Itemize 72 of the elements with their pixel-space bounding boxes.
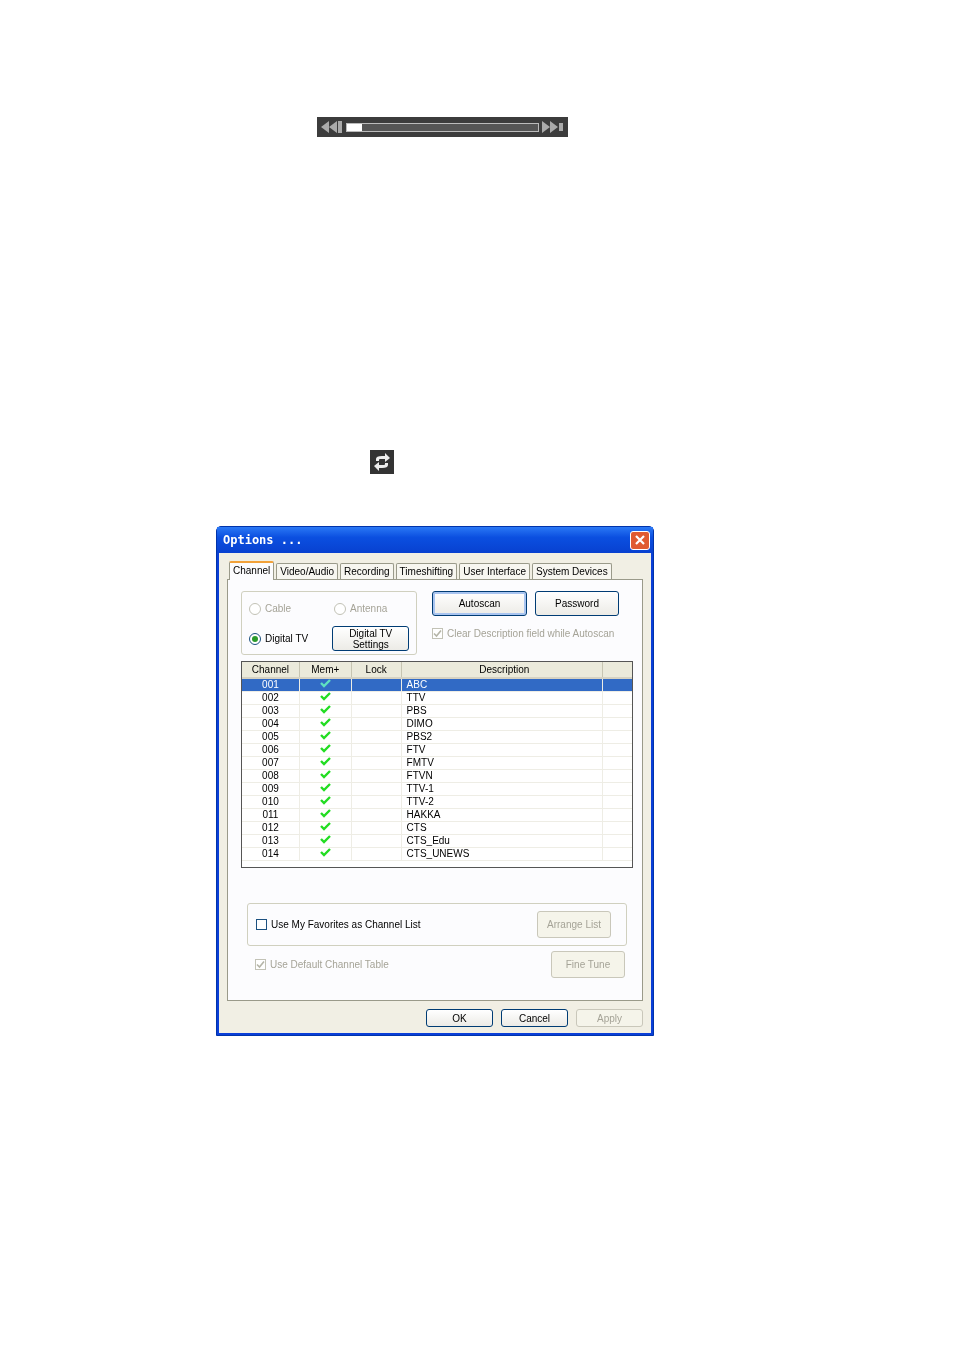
table-cell: 005 (242, 731, 300, 744)
table-cell: 004 (242, 718, 300, 731)
tab[interactable]: System Devices (531, 563, 612, 579)
seek-bar[interactable] (317, 117, 568, 137)
table-row[interactable]: 009 TTV-1 (242, 783, 632, 796)
autoscan-button[interactable]: Autoscan (432, 591, 527, 616)
table-row[interactable]: 010 TTV-2 (242, 796, 632, 809)
table-cell: 007 (242, 757, 300, 770)
table-cell: CTS (401, 822, 604, 835)
tab[interactable]: Channel (229, 561, 275, 580)
checkbox[interactable] (256, 919, 267, 930)
column-header[interactable]: Lock (351, 662, 402, 677)
table-cell: FTV (401, 744, 604, 757)
table-cell: 009 (242, 783, 300, 796)
table-row[interactable]: 003 PBS (242, 705, 632, 718)
digital-tv-settings-button[interactable]: Digital TV Settings (332, 626, 409, 651)
table-row[interactable]: 001 ABC (242, 679, 632, 692)
table-cell: 008 (242, 770, 300, 783)
table-row[interactable]: 013 CTS_Edu (242, 835, 632, 848)
table-row[interactable]: 004 DIMO (242, 718, 632, 731)
table-row[interactable]: 007 FMTV (242, 757, 632, 770)
close-button[interactable] (630, 530, 650, 550)
table-row[interactable]: 011 HAKKA (242, 809, 632, 822)
table-cell: FMTV (401, 757, 604, 770)
table-cell: ABC (401, 679, 604, 692)
table-row[interactable]: 005 PBS2 (242, 731, 632, 744)
rewind-icon[interactable] (321, 121, 343, 133)
table-row[interactable]: 014 CTS_UNEWS (242, 848, 632, 861)
radio-label: Antenna (350, 602, 388, 616)
window-title: Options ... (223, 532, 303, 549)
column-header[interactable]: Channel (242, 662, 300, 677)
table-cell: PBS2 (401, 731, 604, 744)
tab[interactable]: Timeshifting (395, 563, 458, 579)
table-cell: 001 (242, 679, 300, 692)
table-cell: 012 (242, 822, 300, 835)
table-cell: 010 (242, 796, 300, 809)
table-cell: TTV (401, 692, 604, 705)
radio-button[interactable] (249, 632, 261, 645)
dialog-button[interactable]: OK (426, 1009, 493, 1027)
table-cell: FTVN (401, 770, 604, 783)
radio-label: Cable (265, 602, 292, 616)
table-cell: 003 (242, 705, 300, 718)
fast-forward-icon[interactable] (542, 121, 564, 133)
table-cell: 006 (242, 744, 300, 757)
table-row[interactable]: 006 FTV (242, 744, 632, 757)
table-cell: 011 (242, 809, 300, 822)
close-icon (634, 534, 646, 546)
radio-label: Digital TV (265, 632, 309, 646)
table-cell: CTS_UNEWS (401, 848, 604, 861)
table-row[interactable]: 008 FTVN (242, 770, 632, 783)
table-cell: CTS_Edu (401, 835, 604, 848)
repeat-icon[interactable] (370, 450, 394, 474)
table-row[interactable]: 002 TTV (242, 692, 632, 705)
table-cell: 013 (242, 835, 300, 848)
table-cell: TTV-2 (401, 796, 604, 809)
tab[interactable]: Video/Audio (276, 563, 338, 579)
table-row[interactable]: 012 CTS (242, 822, 632, 835)
tab[interactable]: User Interface (459, 563, 530, 579)
column-header[interactable]: Description (401, 662, 604, 677)
checkbox-label: Use My Favorites as Channel List (271, 918, 421, 932)
column-header[interactable]: Mem+ (299, 662, 352, 677)
table-cell: PBS (401, 705, 604, 718)
table-cell: DIMO (401, 718, 604, 731)
table-cell: 014 (242, 848, 300, 861)
table-cell: TTV-1 (401, 783, 604, 796)
checkbox-label: Clear Description field while Autoscan (447, 627, 615, 641)
table-cell: 002 (242, 692, 300, 705)
tab[interactable]: Recording (340, 563, 394, 579)
checkbox-label: Use Default Channel Table (270, 958, 389, 972)
dialog-button[interactable]: Cancel (501, 1009, 568, 1027)
password-button[interactable]: Password (535, 591, 619, 616)
table-cell: HAKKA (401, 809, 604, 822)
